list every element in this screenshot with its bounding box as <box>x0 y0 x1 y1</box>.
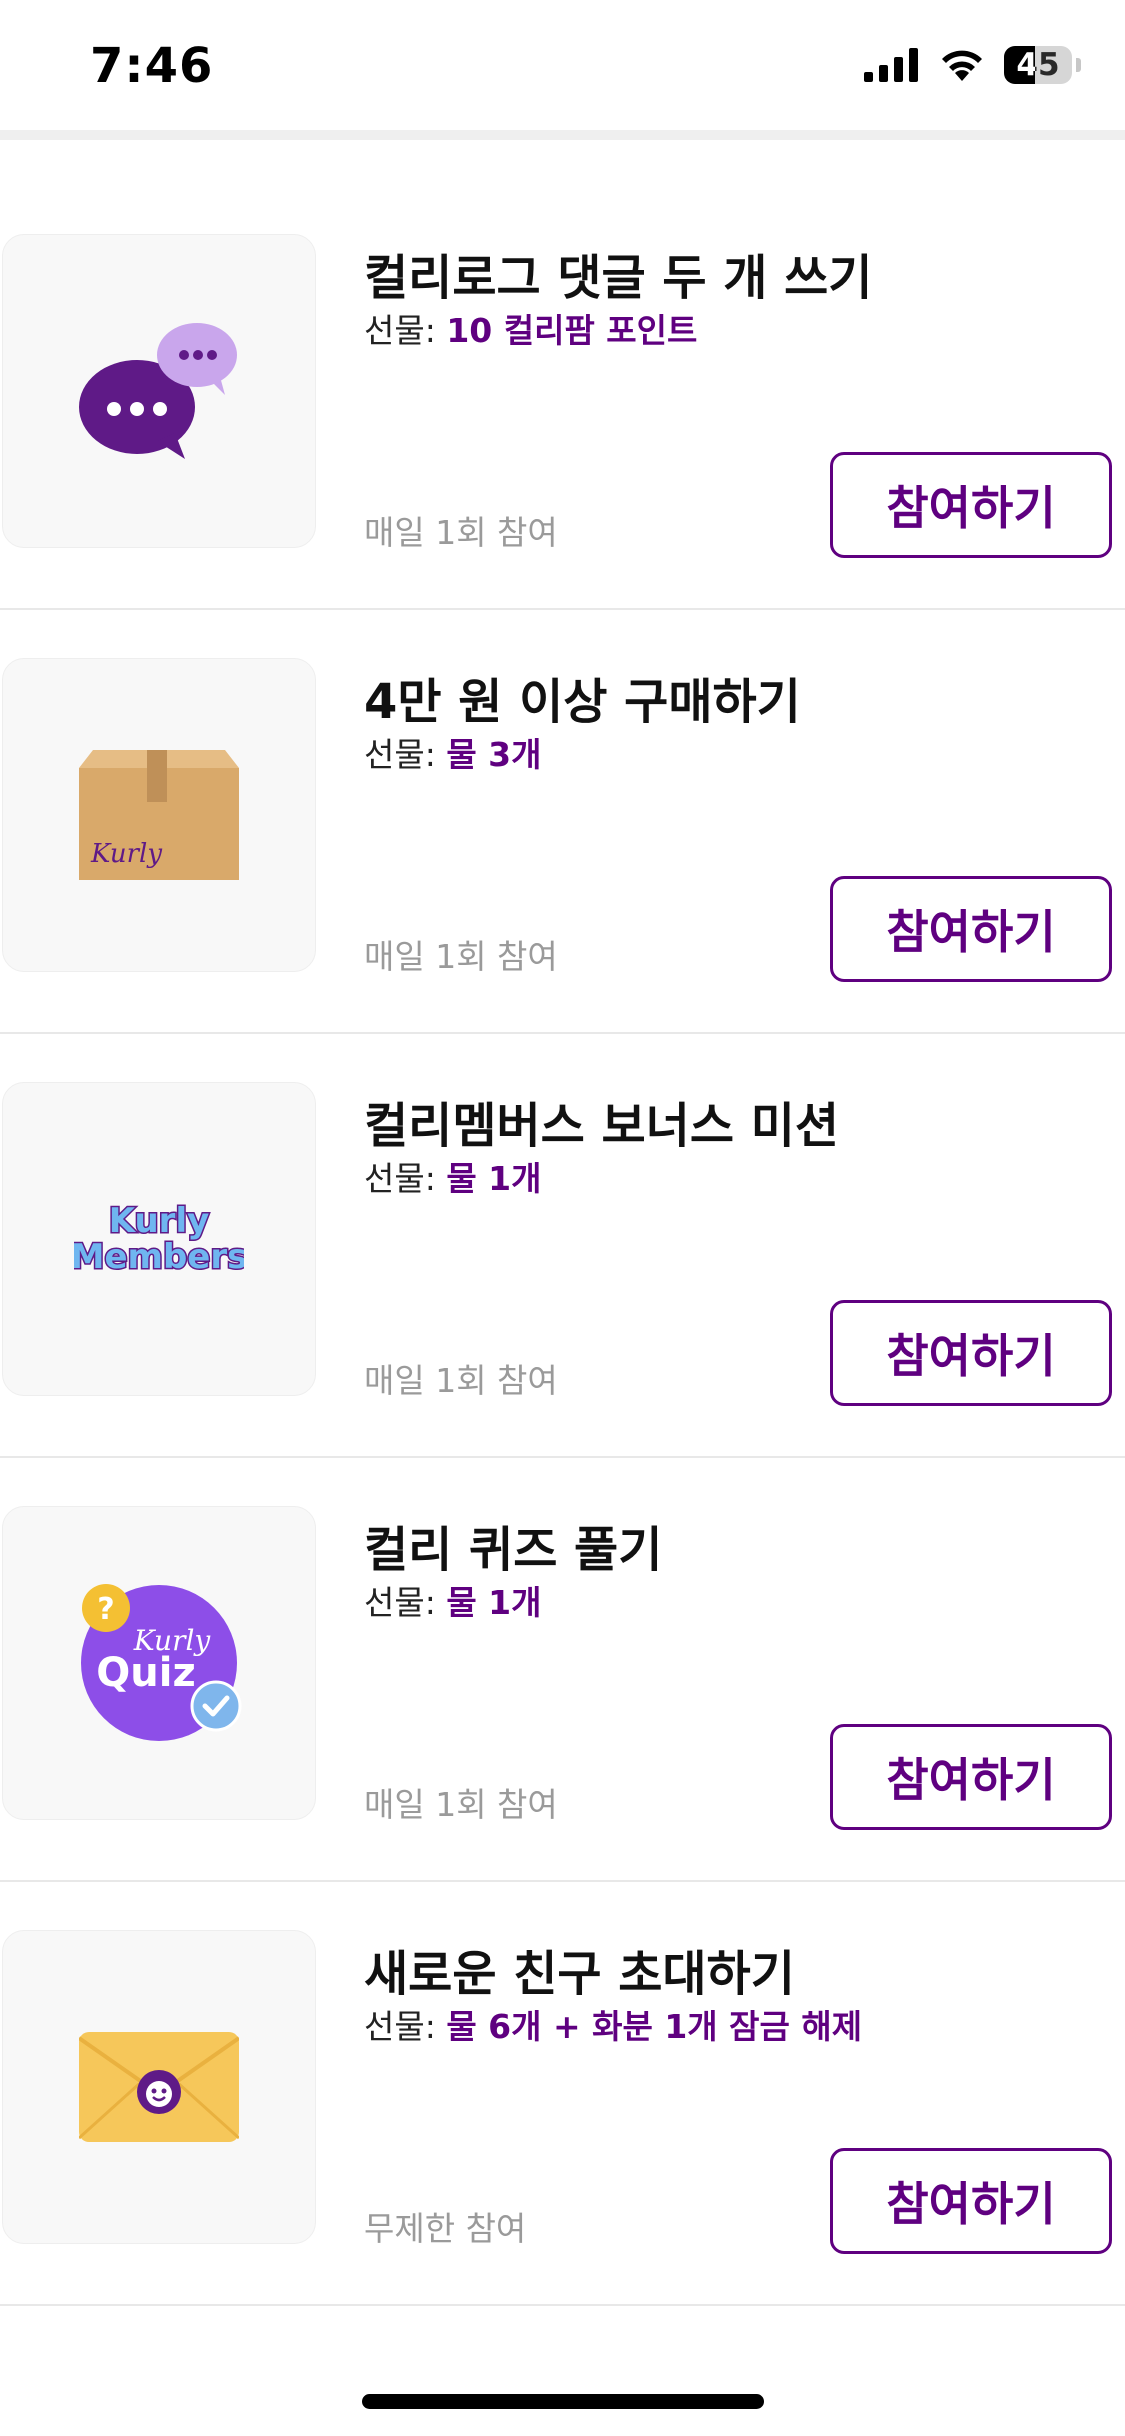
mission-reward: 선물: 물 6개 + 화분 1개 잠금 해제 <box>364 2000 862 2048</box>
reward-value: 물 3개 <box>446 735 542 774</box>
cellular-signal-icon <box>864 48 918 82</box>
divider <box>0 608 1125 610</box>
home-indicator[interactable] <box>362 2394 764 2409</box>
kurly-members-logo: Kurly Members <box>74 1200 244 1279</box>
reward-value: 물 1개 <box>446 1159 542 1198</box>
chat-bubbles-icon <box>79 323 237 459</box>
kurly-box-icon: Kurly <box>79 750 239 880</box>
reward-value: 10 컬리팜 포인트 <box>446 311 698 350</box>
mission-reward: 선물: 물 1개 <box>364 1576 542 1624</box>
join-button[interactable]: 참여하기 <box>830 452 1112 558</box>
mission-item: 컬리로그 댓글 두 개 쓰기 선물: 10 컬리팜 포인트 매일 1회 참여 참… <box>0 234 1125 658</box>
status-icons: 45 <box>864 46 1081 84</box>
invite-envelope-icon <box>79 2032 239 2142</box>
reward-label: 선물: <box>364 1159 447 1198</box>
mission-title: 컬리멤버스 보너스 미션 <box>364 1098 840 1154</box>
battery-icon: 45 <box>1004 46 1072 84</box>
members-logo-line-2: Members <box>74 1237 244 1277</box>
divider <box>0 1032 1125 1034</box>
reward-label: 선물: <box>364 1583 447 1622</box>
mission-reward: 선물: 물 1개 <box>364 1152 542 1200</box>
mission-item: 새로운 친구 초대하기 선물: 물 6개 + 화분 1개 잠금 해제 무제한 참… <box>0 1930 1125 2354</box>
reward-value: 물 6개 + 화분 1개 잠금 해제 <box>446 2007 863 2046</box>
mission-thumbnail <box>2 1930 316 2244</box>
mission-reward: 선물: 물 3개 <box>364 728 542 776</box>
mission-thumbnail: Kurly <box>2 658 316 972</box>
header-divider <box>0 130 1125 140</box>
svg-text:?: ? <box>97 1592 114 1627</box>
join-button[interactable]: 참여하기 <box>830 1724 1112 1830</box>
mission-frequency: 무제한 참여 <box>364 2209 527 2248</box>
mission-title: 컬리 퀴즈 풀기 <box>364 1522 663 1578</box>
mission-reward: 선물: 10 컬리팜 포인트 <box>364 304 697 352</box>
join-button[interactable]: 참여하기 <box>830 876 1112 982</box>
mission-thumbnail: Kurly Members <box>2 1082 316 1396</box>
reward-label: 선물: <box>364 311 447 350</box>
mission-title: 새로운 친구 초대하기 <box>364 1946 795 2002</box>
mission-title: 4만 원 이상 구매하기 <box>364 674 801 730</box>
status-bar: 7:46 45 <box>0 0 1125 130</box>
reward-value: 물 1개 <box>446 1583 542 1622</box>
mission-item: ? Kurly Quiz 컬리 퀴즈 풀기 선물: 물 1개 매일 1회 참여 … <box>0 1506 1125 1930</box>
reward-label: 선물: <box>364 735 447 774</box>
divider <box>0 2304 1125 2306</box>
mission-item: Kurly 4만 원 이상 구매하기 선물: 물 3개 매일 1회 참여 참여하… <box>0 658 1125 1082</box>
members-logo-line-1: Kurly <box>109 1201 210 1241</box>
join-button[interactable]: 참여하기 <box>830 2148 1112 2254</box>
mission-thumbnail <box>2 234 316 548</box>
battery-level-text: 45 <box>1016 47 1060 83</box>
quiz-logo-line-2: Quiz <box>96 1650 195 1696</box>
mission-frequency: 매일 1회 참여 <box>364 1785 558 1824</box>
kurly-box-text: Kurly <box>90 839 162 869</box>
mission-item: Kurly Members 컬리멤버스 보너스 미션 선물: 물 1개 매일 1… <box>0 1082 1125 1506</box>
mission-frequency: 매일 1회 참여 <box>364 937 558 976</box>
wifi-icon <box>942 50 982 81</box>
mission-thumbnail: ? Kurly Quiz <box>2 1506 316 1820</box>
mission-frequency: 매일 1회 참여 <box>364 513 558 552</box>
divider <box>0 1880 1125 1882</box>
mission-title: 컬리로그 댓글 두 개 쓰기 <box>364 250 873 306</box>
kurly-quiz-icon: ? Kurly Quiz <box>81 1584 242 1741</box>
mission-frequency: 매일 1회 참여 <box>364 1361 558 1400</box>
reward-label: 선물: <box>364 2007 447 2046</box>
join-button[interactable]: 참여하기 <box>830 1300 1112 1406</box>
divider <box>0 1456 1125 1458</box>
battery-cap <box>1076 58 1081 72</box>
status-time: 7:46 <box>90 38 214 94</box>
